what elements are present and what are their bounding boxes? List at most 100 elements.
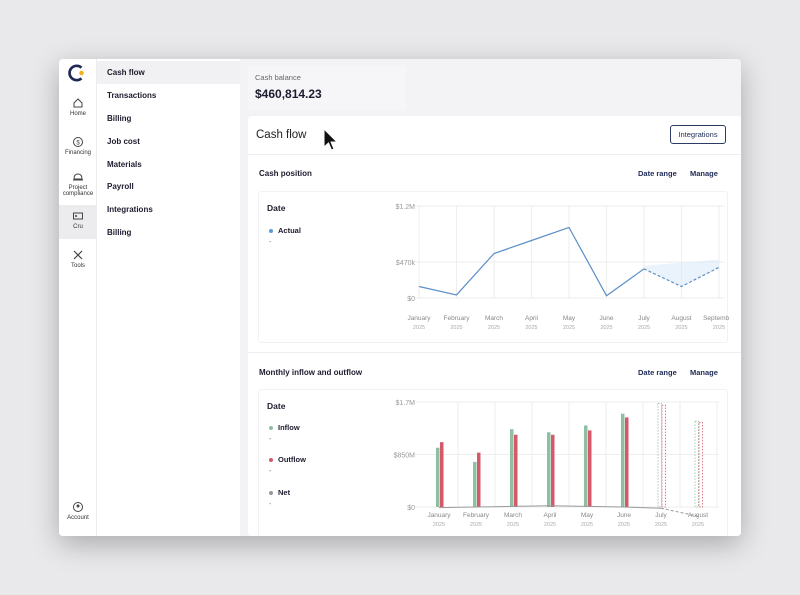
x-tick-label: January bbox=[407, 315, 431, 322]
outflow-bar bbox=[661, 404, 666, 508]
rail-label: Account bbox=[67, 515, 89, 521]
cash-position-manage-button[interactable]: Manage bbox=[690, 169, 718, 178]
cash-position-chart: $1.2M $470k $0 January 2025 February 2025 March… bbox=[396, 204, 729, 331]
legend-item-outflow: Outflow - bbox=[269, 455, 306, 475]
y-tick-label: $1.2M bbox=[396, 204, 416, 211]
x-tick-label: May bbox=[581, 512, 594, 519]
x-tick-year: 2025 bbox=[525, 325, 537, 331]
x-tick-year: 2025 bbox=[488, 325, 500, 331]
x-tick-year: 2025 bbox=[600, 325, 612, 331]
y-tick-label: $0 bbox=[407, 505, 415, 512]
legend-title: Date bbox=[267, 203, 286, 213]
cash-balance-value: $460,814.23 bbox=[255, 87, 322, 101]
page-title: Cash flow bbox=[256, 129, 307, 141]
x-tick-year: 2025 bbox=[713, 325, 725, 331]
legend-item-actual: Actual - bbox=[269, 226, 301, 246]
monthly-chart: $1.7M $850M $0 January 2025 February 2025 March… bbox=[394, 400, 719, 528]
x-tick-label: May bbox=[563, 315, 576, 322]
y-tick-label: $850M bbox=[394, 453, 416, 460]
y-tick-label: $0 bbox=[407, 296, 415, 303]
x-tick-year: 2025 bbox=[450, 325, 462, 331]
x-tick-year: 2025 bbox=[433, 522, 445, 528]
rail-item-cru[interactable]: Cru bbox=[59, 205, 97, 239]
mouse-cursor-icon bbox=[323, 128, 339, 151]
outflow-bar bbox=[477, 452, 481, 507]
subnav-item-transactions[interactable]: Transactions bbox=[97, 84, 240, 107]
divider bbox=[248, 352, 741, 353]
rail-label: Home bbox=[69, 111, 86, 117]
divider bbox=[248, 154, 741, 155]
inflow-bar bbox=[584, 425, 588, 507]
rail-label: Project compliance bbox=[62, 185, 94, 197]
cash-position-title: Cash position bbox=[259, 169, 312, 178]
x-tick-year: 2025 bbox=[655, 522, 667, 528]
x-tick-label: August bbox=[671, 315, 691, 322]
x-tick-label: July bbox=[638, 315, 650, 322]
y-tick-label: $1.7M bbox=[396, 400, 416, 407]
id-card-icon bbox=[73, 212, 83, 220]
x-tick-year: 2025 bbox=[581, 522, 593, 528]
inflow-bar bbox=[473, 461, 477, 507]
app-window: Home $ Financing Project compliance Cru … bbox=[59, 59, 741, 536]
legend-dot bbox=[269, 426, 273, 431]
rail-item-account[interactable]: Account bbox=[59, 501, 97, 521]
legend-dot bbox=[269, 491, 273, 496]
rail-label: Tools bbox=[70, 263, 85, 269]
inflow-bar bbox=[547, 432, 551, 507]
x-tick-label: January bbox=[427, 512, 451, 519]
subnav-item-payroll[interactable]: Payroll bbox=[97, 175, 240, 198]
rail-item-home[interactable]: Home bbox=[59, 97, 97, 117]
x-tick-label: March bbox=[485, 315, 503, 322]
integrations-button[interactable]: Integrations bbox=[670, 125, 726, 144]
cash-balance-card: Cash balance $460,814.23 bbox=[248, 66, 406, 110]
inflow-bar bbox=[510, 429, 514, 507]
inflow-bar bbox=[657, 402, 662, 508]
x-tick-label: August bbox=[688, 512, 708, 519]
outflow-bar bbox=[440, 442, 444, 507]
svg-text:$: $ bbox=[76, 140, 80, 146]
x-tick-year: 2025 bbox=[544, 522, 556, 528]
monthly-date-range-button[interactable]: Date range bbox=[638, 368, 677, 377]
legend-item-net: Net - bbox=[269, 488, 290, 508]
company-logo[interactable] bbox=[68, 64, 86, 82]
subnav-item-billing-2[interactable]: Billing bbox=[97, 221, 240, 244]
subnav-item-billing[interactable]: Billing bbox=[97, 107, 240, 130]
subnav-item-materials[interactable]: Materials bbox=[97, 153, 240, 176]
x-tick-year: 2025 bbox=[692, 522, 704, 528]
monthly-manage-button[interactable]: Manage bbox=[690, 368, 718, 377]
legend-value: - bbox=[269, 501, 272, 508]
outflow-bar bbox=[698, 421, 703, 508]
icon-rail: Home $ Financing Project compliance Cru … bbox=[59, 59, 97, 536]
rail-item-financing[interactable]: $ Financing bbox=[59, 136, 97, 156]
subnav-item-job-cost[interactable]: Job cost bbox=[97, 130, 240, 153]
outflow-bar bbox=[588, 430, 592, 507]
rail-item-project-compliance[interactable]: Project compliance bbox=[59, 171, 97, 197]
x-tick-year: 2025 bbox=[470, 522, 482, 528]
x-tick-year: 2025 bbox=[638, 325, 650, 331]
cash-position-date-range-button[interactable]: Date range bbox=[638, 169, 677, 178]
x-tick-label: February bbox=[463, 512, 490, 519]
x-tick-label: June bbox=[617, 512, 631, 519]
legend-dot bbox=[269, 458, 273, 463]
x-tick-year: 2025 bbox=[413, 325, 425, 331]
user-circle-icon bbox=[73, 502, 83, 512]
x-tick-label: September bbox=[703, 315, 729, 322]
rail-item-tools[interactable]: Tools bbox=[59, 249, 97, 269]
rail-label: Financing bbox=[64, 150, 91, 156]
legend-label: Net bbox=[278, 488, 291, 497]
hardhat-icon bbox=[73, 173, 83, 181]
y-tick-label: $470k bbox=[396, 260, 416, 267]
subnav-item-integrations[interactable]: Integrations bbox=[97, 198, 240, 221]
subnav-item-cash-flow[interactable]: Cash flow bbox=[97, 61, 240, 84]
tools-icon bbox=[73, 250, 83, 260]
cash-position-panel: Date Actual - $1.2M $470k $0 January 2025 Feb… bbox=[258, 191, 729, 343]
legend-dot bbox=[269, 229, 273, 234]
rail-label: Cru bbox=[73, 224, 83, 230]
legend-value: - bbox=[269, 436, 272, 443]
main-content: Cash balance $460,814.23 Cash flow Integ… bbox=[240, 59, 741, 536]
x-tick-label: April bbox=[543, 512, 557, 519]
legend-item-inflow: Inflow - bbox=[269, 423, 300, 443]
legend-label: Outflow bbox=[278, 455, 306, 464]
legend-label: Inflow bbox=[278, 423, 300, 432]
outflow-bar bbox=[514, 434, 518, 507]
